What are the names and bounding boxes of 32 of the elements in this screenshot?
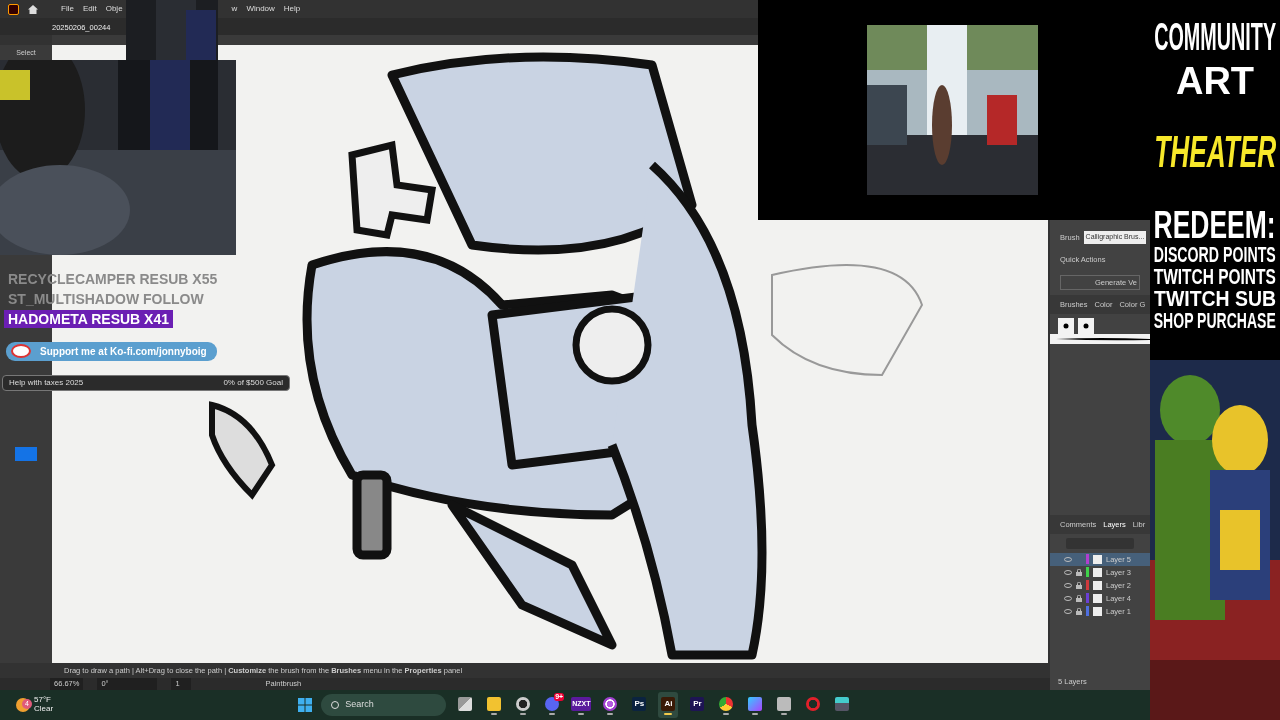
weather-condition: Clear [34,705,54,714]
promo-text: SHOP PURCHASE [1154,310,1276,332]
promo-text: THEATER [1154,130,1276,174]
menu-item[interactable]: Help [283,3,301,15]
goal-label: Help with taxes 2025 [9,377,84,389]
home-icon[interactable] [28,4,38,14]
cup-icon [11,344,31,358]
alert-text: HADOMETA RESUB X41 [4,310,174,329]
promo-text: COMMUNITY [1154,18,1276,56]
app-logo-icon[interactable] [8,3,19,15]
lock-icon[interactable] [1076,568,1082,576]
temperature: 57°F [34,696,52,705]
promo-text: TWITCH POINTS [1154,266,1276,288]
promo-text: REDEEM: [1154,206,1276,244]
brush-swatch[interactable] [1078,318,1094,335]
menu-item[interactable]: w [231,3,238,15]
lock-icon[interactable] [1076,594,1082,602]
menu-item[interactable]: Obje [105,3,123,15]
promo-text: TWITCH SUB [1154,288,1276,310]
app-icon[interactable]: Ai [658,692,679,718]
lock-icon[interactable] [1076,607,1082,615]
promo-text: DISCORD POINTS [1154,244,1276,266]
active-tool-icon[interactable] [15,446,37,461]
menu-item[interactable]: Edit [82,3,97,15]
goal-progress: 0% of $500 Goal [223,377,283,389]
lock-icon[interactable] [1076,581,1082,589]
menu-item[interactable]: File [61,3,74,15]
promo-text: ART [1175,62,1255,100]
menu-item[interactable]: Window [246,3,275,15]
start-icon[interactable] [298,698,313,712]
search-field[interactable]: Search [321,694,447,716]
brush-swatch[interactable] [1058,318,1074,335]
